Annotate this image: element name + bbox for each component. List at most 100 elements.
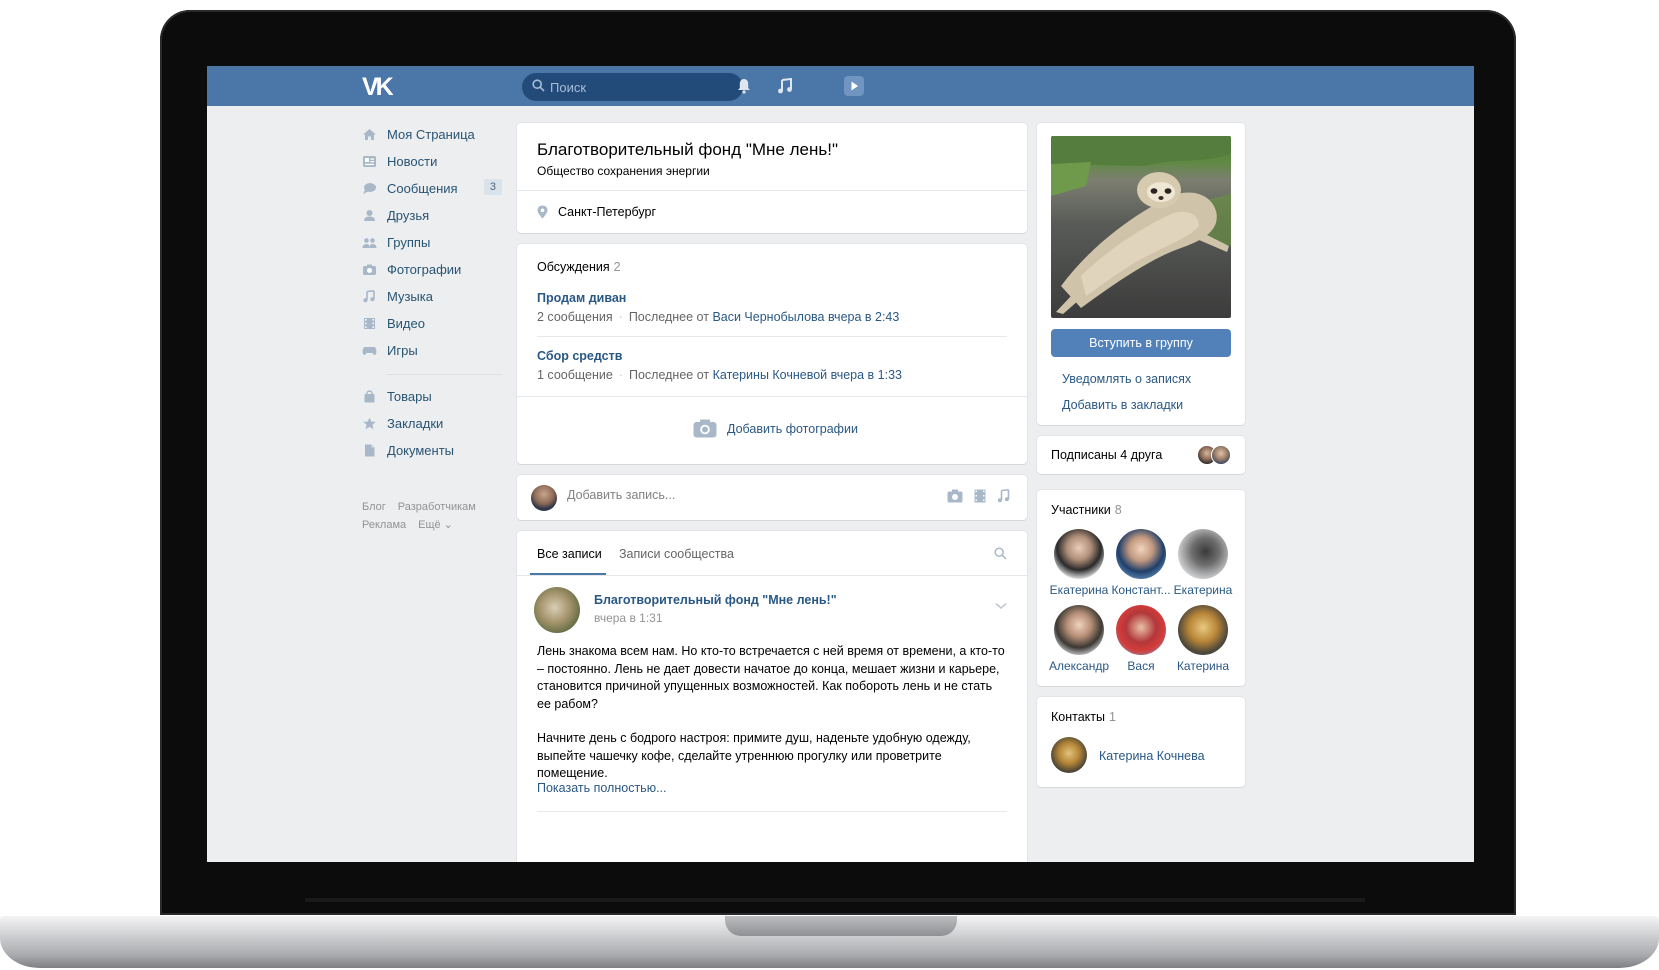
attach-music-icon[interactable] <box>997 489 1011 508</box>
nav-item-video[interactable]: Видео <box>362 310 502 337</box>
tab-community-posts[interactable]: Записи сообщества <box>619 547 734 561</box>
topic-messages: 2 сообщения <box>537 310 613 324</box>
nav-item-bookmarks[interactable]: Закладки <box>362 410 502 437</box>
nav-label: Игры <box>387 343 418 358</box>
post-date[interactable]: вчера в 1:31 <box>594 611 663 625</box>
members-count: 8 <box>1114 503 1122 517</box>
footer-link-more[interactable]: Ещё ⌄ <box>418 519 453 531</box>
nav-item-friends[interactable]: Друзья <box>362 202 502 229</box>
laptop-notch <box>725 916 957 936</box>
topic-meta: 1 сообщение · Последнее от Катерины Кочнев… <box>537 368 902 382</box>
city-label: Санкт-Петербург <box>558 205 657 219</box>
join-group-button[interactable]: Вступить в группу <box>1051 329 1231 357</box>
nav-label: Видео <box>387 316 425 331</box>
discussions-card: Обсуждения 2 Продам диван 2 сообщения · Пос… <box>517 244 1027 464</box>
member-name[interactable]: Констант... <box>1109 583 1173 597</box>
nav-item-my-page[interactable]: Моя Страница <box>362 121 502 148</box>
avatar[interactable] <box>1054 529 1104 579</box>
add-photos-button[interactable]: Добавить фотографии <box>693 419 858 438</box>
topic-messages: 1 сообщение <box>537 368 613 382</box>
attach-video-icon[interactable] <box>973 489 987 508</box>
topic-title[interactable]: Сбор средств <box>537 349 622 363</box>
attach-photo-icon[interactable] <box>947 489 963 508</box>
new-post-card: Добавить запись... <box>517 475 1027 520</box>
music-note-icon[interactable] <box>777 77 793 99</box>
topic-meta: 2 сообщения · Последнее от Васи Чернобылов… <box>537 310 900 324</box>
location-pin-icon <box>537 205 548 219</box>
discussions-title: Обсуждения <box>537 260 610 274</box>
member-name[interactable]: Александр <box>1047 659 1111 673</box>
discussions-count: 2 <box>613 260 621 274</box>
post-author-avatar[interactable] <box>534 587 580 633</box>
nav-item-music[interactable]: Музыка <box>362 283 502 310</box>
camera-icon <box>693 419 717 438</box>
divider <box>517 575 1027 576</box>
nav-item-documents[interactable]: Документы <box>362 437 502 464</box>
show-more-link[interactable]: Показать полностью... <box>537 781 667 795</box>
discussions-heading[interactable]: Обсуждения 2 <box>537 260 621 274</box>
topic-last-link[interactable]: Катерины Кочневой вчера в 1:33 <box>713 368 902 382</box>
nav-item-groups[interactable]: Группы <box>362 229 502 256</box>
wall-search-icon[interactable] <box>994 547 1007 565</box>
post-paragraph: Начните день с бодрого настроя: примите … <box>537 731 971 780</box>
search-box[interactable] <box>522 73 743 101</box>
member-name[interactable]: Екатерина <box>1047 583 1111 597</box>
avatar[interactable] <box>1178 529 1228 579</box>
contacts-count: 1 <box>1109 710 1116 724</box>
play-icon[interactable] <box>844 76 864 96</box>
friends-icon <box>362 209 377 222</box>
nav-label: Друзья <box>387 208 430 223</box>
gamepad-icon <box>362 344 377 357</box>
contacts-heading[interactable]: Контакты 1 <box>1051 710 1116 724</box>
nav-footer: Блог Разработчикам Реклама Ещё ⌄ <box>362 498 502 534</box>
contact-name[interactable]: Катерина Кочнева <box>1099 749 1205 763</box>
new-post-input[interactable]: Добавить запись... <box>567 488 675 502</box>
avatar[interactable] <box>531 485 557 511</box>
laptop-bezel <box>305 898 1365 902</box>
group-city: Санкт-Петербург <box>537 205 656 219</box>
topic-last-link[interactable]: Васи Чернобылова вчера в 2:43 <box>712 310 899 324</box>
footer-link-ads[interactable]: Реклама <box>362 519 406 531</box>
nav-item-games[interactable]: Игры <box>362 337 502 364</box>
nav-label: Товары <box>387 389 432 404</box>
divider <box>517 190 1027 191</box>
vk-logo[interactable]: VK <box>362 73 394 102</box>
home-icon <box>362 128 377 141</box>
footer-link-blog[interactable]: Блог <box>362 501 386 513</box>
search-input[interactable] <box>550 73 735 101</box>
nav-item-news[interactable]: Новости <box>362 148 502 175</box>
member-name[interactable]: Вася <box>1109 659 1173 673</box>
groups-icon <box>362 236 377 249</box>
add-photos-label: Добавить фотографии <box>727 421 858 436</box>
tab-all-posts[interactable]: Все записи <box>537 547 602 561</box>
member-name[interactable]: Екатерина <box>1171 583 1235 597</box>
post-author[interactable]: Благотворительный фонд "Мне лень!" <box>594 593 837 607</box>
avatar[interactable] <box>1116 529 1166 579</box>
group-cover-card: Вступить в группу Уведомлять о записях Д… <box>1037 123 1245 425</box>
attach-icons <box>947 489 1011 508</box>
group-cover-photo[interactable] <box>1051 136 1231 318</box>
left-nav: Моя Страница Новости Сообщения 3 Друзья … <box>362 121 502 534</box>
notifications-bell-icon[interactable] <box>737 78 751 99</box>
topic-title[interactable]: Продам диван <box>537 291 626 305</box>
member-name[interactable]: Катерина <box>1171 659 1235 673</box>
nav-label: Фотографии <box>387 262 462 277</box>
friends-subscribed-card[interactable]: Подписаны 4 друга <box>1037 436 1245 474</box>
chevron-down-icon[interactable] <box>995 597 1007 615</box>
notify-link[interactable]: Уведомлять о записях <box>1062 372 1191 386</box>
avatar[interactable] <box>1051 737 1087 773</box>
group-header-card: Благотворительный фонд "Мне лень!" Общес… <box>517 123 1027 233</box>
nav-item-photos[interactable]: Фотографии <box>362 256 502 283</box>
avatar[interactable] <box>1116 605 1166 655</box>
star-icon <box>362 417 377 430</box>
messages-icon <box>362 182 377 195</box>
members-heading[interactable]: Участники 8 <box>1051 503 1122 517</box>
topic-last-prefix: Последнее от <box>628 310 709 324</box>
avatar[interactable] <box>1178 605 1228 655</box>
footer-link-developers[interactable]: Разработчикам <box>398 501 476 513</box>
avatar[interactable] <box>1054 605 1104 655</box>
nav-item-market[interactable]: Товары <box>362 383 502 410</box>
nav-label: Моя Страница <box>387 127 475 142</box>
nav-item-messages[interactable]: Сообщения 3 <box>362 175 502 202</box>
add-bookmark-link[interactable]: Добавить в закладки <box>1062 398 1183 412</box>
